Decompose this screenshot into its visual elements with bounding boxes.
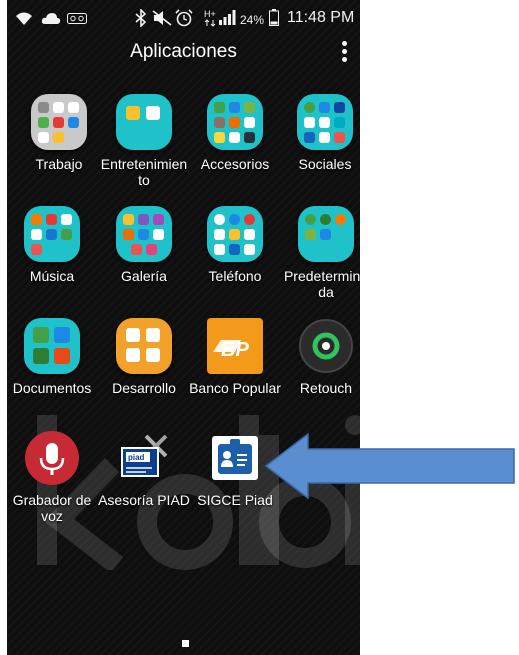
bp-logo-text: BP (221, 339, 249, 361)
app-label: Retouch (299, 380, 353, 396)
page-indicator (182, 640, 189, 647)
app-label: Sociales (298, 156, 352, 172)
app-label: Galería (121, 268, 167, 284)
hplus-icon: H+ (204, 9, 216, 27)
retouch-icon (298, 318, 354, 374)
piad-text: piad (128, 453, 145, 462)
entertainment-folder-icon (116, 94, 172, 150)
app-asesoria-piad[interactable]: piad Asesoría PIAD (98, 430, 190, 508)
app-label: Desarrollo (112, 380, 176, 396)
app-banco-popular[interactable]: BP Banco Popular (189, 318, 281, 396)
app-retouch[interactable]: Retouch (280, 318, 360, 396)
svg-text:H+: H+ (204, 9, 216, 19)
signal-icon (219, 10, 236, 25)
annotation-arrow (264, 432, 515, 500)
app-label: Teléfono (208, 268, 262, 284)
app-grabador-de-voz[interactable]: Grabador de voz (7, 430, 98, 524)
app-trabajo[interactable]: Trabajo (13, 94, 105, 172)
app-label: Accesorios (200, 156, 270, 172)
development-folder-icon (116, 318, 172, 374)
app-telefono[interactable]: Teléfono (189, 206, 281, 284)
alarm-icon (175, 9, 193, 27)
app-label: Predetermina da (283, 268, 360, 300)
documents-folder-icon (24, 318, 80, 374)
work-folder-icon (31, 94, 87, 150)
app-label: Banco Popular (189, 380, 281, 396)
app-musica[interactable]: Música (7, 206, 98, 284)
app-label: Entretenimien to (100, 156, 188, 188)
voicemail-icon (67, 13, 87, 24)
app-label: Música (29, 268, 75, 284)
clock: 11:48 PM (287, 9, 355, 26)
app-label: Grabador de voz (12, 492, 92, 524)
phone-screen: H+ 24% 11:48 PM Aplicaciones Trabajo Ent… (7, 0, 360, 655)
app-predeterminada[interactable]: Predetermina da (280, 206, 360, 300)
microphone-icon (24, 430, 80, 486)
app-documentos[interactable]: Documentos (7, 318, 98, 396)
music-folder-icon (24, 206, 80, 262)
battery-percent: 24% (240, 13, 265, 27)
app-entretenimiento[interactable]: Entretenimien to (98, 94, 190, 188)
social-folder-icon (297, 94, 353, 150)
page-title: Aplicaciones (130, 41, 237, 62)
mute-icon (152, 10, 172, 26)
more-vert-icon[interactable] (335, 38, 353, 68)
app-sociales[interactable]: Sociales (279, 94, 360, 172)
gallery-folder-icon (116, 206, 172, 262)
app-drawer-header: Aplicaciones (7, 36, 360, 72)
id-badge-icon (207, 430, 263, 486)
app-desarrollo[interactable]: Desarrollo (98, 318, 190, 396)
cloud-icon (41, 13, 61, 24)
app-label: Asesoría PIAD (98, 492, 190, 508)
app-label: Documentos (12, 380, 92, 396)
accessories-folder-icon (207, 94, 263, 150)
app-galeria[interactable]: Galería (98, 206, 190, 284)
phone-folder-icon (207, 206, 263, 262)
bp-logo-icon: BP (207, 318, 263, 374)
app-accesorios[interactable]: Accesorios (189, 94, 281, 172)
default-folder-icon (298, 206, 354, 262)
bluetooth-icon (135, 9, 147, 27)
app-label: Trabajo (35, 156, 83, 172)
wifi-icon (16, 12, 32, 25)
status-bar: H+ 24% 11:48 PM (7, 0, 360, 36)
piad-tools-icon: piad (116, 430, 172, 486)
battery-icon (269, 9, 279, 26)
